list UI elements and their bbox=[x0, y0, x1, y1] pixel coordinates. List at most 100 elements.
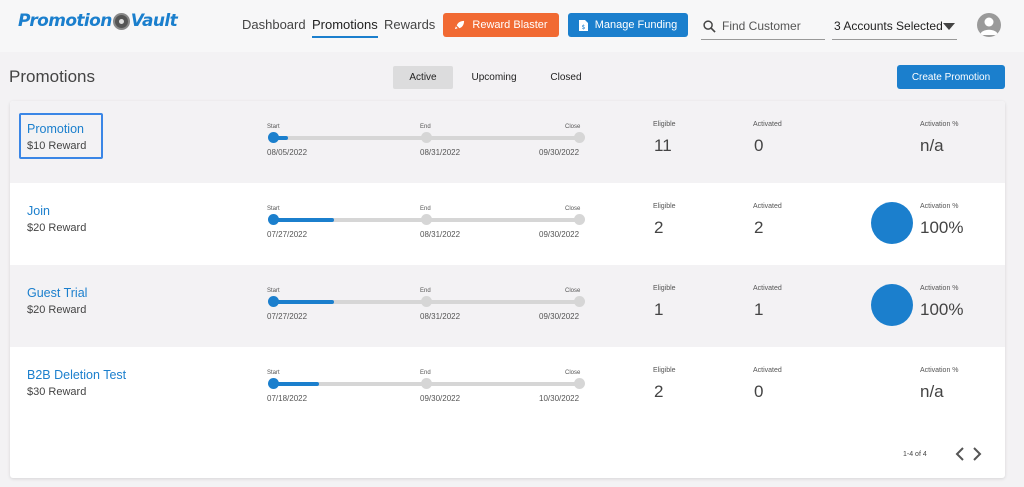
promotion-reward: $30 Reward bbox=[27, 386, 87, 398]
timeline-start-dot bbox=[268, 214, 279, 225]
tab-closed[interactable]: Closed bbox=[537, 66, 595, 89]
next-page-button[interactable] bbox=[970, 445, 984, 463]
activation-label: Activation % bbox=[920, 121, 959, 128]
accounts-select[interactable]: 3 Accounts Selected bbox=[832, 13, 957, 40]
promotion-row: B2B Deletion Test $30 Reward Start End C… bbox=[10, 347, 1005, 429]
start-date: 07/27/2022 bbox=[267, 230, 308, 239]
timeline-close-label: Close bbox=[565, 288, 581, 294]
start-date: 07/27/2022 bbox=[267, 312, 308, 321]
activated-count: 1 bbox=[754, 300, 764, 319]
start-date: 08/05/2022 bbox=[267, 148, 308, 157]
promotion-name-link[interactable]: B2B Deletion Test bbox=[27, 368, 126, 382]
activated-count: 0 bbox=[754, 382, 764, 401]
find-customer-search[interactable]: Find Customer bbox=[701, 13, 825, 40]
start-date: 07/18/2022 bbox=[267, 394, 308, 403]
timeline-close-dot bbox=[574, 296, 585, 307]
search-placeholder: Find Customer bbox=[722, 19, 801, 33]
vault-dial-icon bbox=[112, 12, 130, 30]
pagination-label: 1-4 of 4 bbox=[903, 451, 927, 458]
eligible-label: Eligible bbox=[653, 203, 676, 210]
timeline-start-dot bbox=[268, 132, 279, 143]
timeline-end-label: End bbox=[420, 288, 431, 294]
timeline-end-dot bbox=[421, 214, 432, 225]
activation-percent: n/a bbox=[920, 382, 944, 401]
promotion-reward: $20 Reward bbox=[27, 304, 87, 316]
eligible-count: 2 bbox=[654, 382, 664, 401]
timeline-end-label: End bbox=[420, 370, 431, 376]
end-date: 08/31/2022 bbox=[420, 148, 461, 157]
timeline-start-dot bbox=[268, 296, 279, 307]
tab-upcoming[interactable]: Upcoming bbox=[463, 66, 525, 89]
activated-label: Activated bbox=[753, 367, 782, 374]
activation-percent: n/a bbox=[920, 136, 944, 155]
chevron-right-icon bbox=[973, 447, 982, 461]
timeline-close-dot bbox=[574, 214, 585, 225]
person-icon bbox=[980, 17, 998, 35]
timeline-start-label: Start bbox=[267, 288, 280, 294]
activation-label: Activation % bbox=[920, 367, 959, 374]
eligible-count: 2 bbox=[654, 218, 664, 237]
promotion-row: Guest Trial $20 Reward Start End Close 0… bbox=[10, 265, 1005, 347]
timeline-close-dot bbox=[574, 378, 585, 389]
document-dollar-icon: $ bbox=[578, 19, 588, 31]
eligible-label: Eligible bbox=[653, 121, 676, 128]
timeline-start-label: Start bbox=[267, 370, 280, 376]
promotion-reward: $10 Reward bbox=[27, 140, 87, 152]
promotion-row: Join $20 Reward Start End Close 07/27/20… bbox=[10, 183, 1005, 265]
search-icon bbox=[703, 19, 716, 33]
manage-funding-label: Manage Funding bbox=[594, 19, 678, 31]
tab-active[interactable]: Active bbox=[393, 66, 453, 89]
promotion-row: Promotion $10 Reward Start End Close 08/… bbox=[10, 101, 1005, 183]
timeline-close-dot bbox=[574, 132, 585, 143]
activation-percent: 100% bbox=[920, 300, 964, 319]
promotion-name-link[interactable]: Guest Trial bbox=[27, 286, 87, 300]
user-avatar[interactable] bbox=[977, 13, 1001, 37]
app-logo[interactable]: Promotion Vault bbox=[18, 11, 178, 31]
timeline-end-label: End bbox=[420, 124, 431, 130]
svg-text:$: $ bbox=[581, 24, 585, 31]
activation-percent: 100% bbox=[920, 218, 964, 237]
activated-label: Activated bbox=[753, 121, 782, 128]
end-date: 08/31/2022 bbox=[420, 230, 461, 239]
promotion-name-link[interactable]: Join bbox=[27, 204, 50, 218]
activated-label: Activated bbox=[753, 203, 782, 210]
rocket-icon bbox=[455, 20, 465, 29]
promotion-reward: $20 Reward bbox=[27, 222, 87, 234]
nav-promotions[interactable]: Promotions bbox=[312, 17, 378, 38]
promotions-list: Promotion $10 Reward Start End Close 08/… bbox=[10, 101, 1005, 478]
activated-count: 0 bbox=[754, 136, 764, 155]
timeline-start-dot bbox=[268, 378, 279, 389]
eligible-label: Eligible bbox=[653, 285, 676, 292]
timeline-end-dot bbox=[421, 378, 432, 389]
nav-dashboard[interactable]: Dashboard bbox=[242, 17, 306, 32]
reward-blaster-button[interactable]: Reward Blaster bbox=[443, 13, 559, 37]
close-date: 09/30/2022 bbox=[539, 148, 580, 157]
promotion-name-link[interactable]: Promotion bbox=[27, 122, 84, 136]
timeline-end-dot bbox=[421, 296, 432, 307]
timeline-close-label: Close bbox=[565, 370, 581, 376]
top-nav-bar: Promotion Vault Dashboard Promotions Rewa… bbox=[0, 0, 1024, 52]
eligible-label: Eligible bbox=[653, 367, 676, 374]
close-date: 10/30/2022 bbox=[539, 394, 580, 403]
timeline-end-label: End bbox=[420, 206, 431, 212]
timeline-start-label: Start bbox=[267, 124, 280, 130]
activated-label: Activated bbox=[753, 285, 782, 292]
timeline-close-label: Close bbox=[565, 124, 581, 130]
activation-pie-chart bbox=[871, 202, 913, 244]
nav-rewards[interactable]: Rewards bbox=[384, 17, 435, 32]
chevron-down-icon bbox=[943, 22, 955, 30]
activation-pie-chart bbox=[871, 284, 913, 326]
timeline-close-label: Close bbox=[565, 206, 581, 212]
create-promotion-button[interactable]: Create Promotion bbox=[897, 65, 1005, 89]
eligible-count: 1 bbox=[654, 300, 664, 319]
activation-label: Activation % bbox=[920, 203, 959, 210]
eligible-count: 11 bbox=[654, 136, 672, 155]
chevron-left-icon bbox=[955, 447, 964, 461]
activation-label: Activation % bbox=[920, 285, 959, 292]
manage-funding-button[interactable]: $ Manage Funding bbox=[568, 13, 688, 37]
timeline-progress bbox=[273, 300, 334, 304]
activated-count: 2 bbox=[754, 218, 764, 237]
previous-page-button[interactable] bbox=[953, 445, 967, 463]
selection-highlight bbox=[19, 113, 103, 159]
end-date: 09/30/2022 bbox=[420, 394, 461, 403]
